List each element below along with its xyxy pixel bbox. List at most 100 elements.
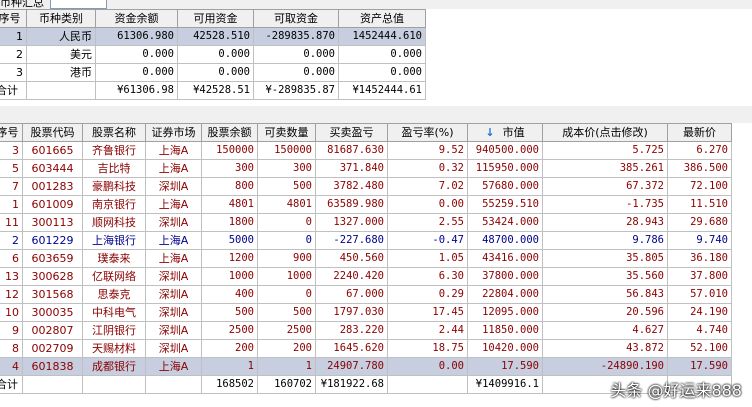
position-col-header[interactable]: 股票名称 [82, 123, 146, 142]
position-cell-idx: 11 [0, 213, 23, 232]
position-cell-cost[interactable]: 385.261 [542, 159, 668, 178]
position-col-header[interactable]: ↓ 市值 [467, 123, 543, 142]
position-col-header-label: 买卖盈亏 [329, 126, 374, 139]
position-cell-cost[interactable]: 56.843 [542, 285, 668, 304]
position-cell-mv: 53424.000 [467, 213, 543, 232]
position-cell-market: 深圳A [145, 321, 202, 340]
position-cell-mv: 43416.000 [467, 249, 543, 268]
position-col-header[interactable]: 买卖盈亏 [315, 123, 388, 142]
position-row[interactable]: 10 300035 中科电气 深圳A 500 500 1797.030 17.45 12095.… [0, 303, 732, 322]
position-cell-rate: -0.47 [387, 231, 468, 250]
position-col-header[interactable]: 序号 [0, 123, 23, 142]
position-cell-rate: 0.00 [387, 195, 468, 214]
position-cell-market: 深圳A [145, 285, 202, 304]
position-cell-sellable: 500 [257, 303, 316, 322]
position-cell-price: 72.100 [667, 177, 732, 196]
position-cell-cost[interactable]: 9.786 [542, 231, 668, 250]
position-cell-rate: 1.05 [387, 249, 468, 268]
position-row[interactable]: 13 300628 亿联网络 深圳A 1000 1000 2240.420 6.30 37800… [0, 267, 732, 286]
position-cell-cost[interactable]: -1.735 [542, 195, 668, 214]
position-row[interactable]: 12 301568 思泰克 深圳A 400 0 67.000 0.29 22804.000 56.… [0, 285, 732, 304]
position-col-header[interactable]: 证券市场 [145, 123, 202, 142]
position-cell-idx: 3 [0, 141, 23, 160]
position-row[interactable]: 3 601665 齐鲁银行 上海A 150000 150000 81687.630 9.52 9… [0, 141, 732, 160]
position-cell-market: 上海A [145, 195, 202, 214]
position-cell-rate: 6.30 [387, 267, 468, 286]
position-cell-price: 9.740 [667, 231, 732, 250]
position-table: 序号股票代码 股票名称 证券市场股票余额可卖数量 买卖盈亏 盈亏率(%) ↓ 市值 成本价(点… [0, 123, 732, 394]
position-col-header[interactable]: 股票代码 [22, 123, 83, 142]
account-col-header[interactable]: 币种类别 [26, 9, 96, 28]
account-col-header[interactable]: 资金余额 [95, 9, 178, 28]
position-col-header[interactable]: 盈亏率(%) [387, 123, 468, 142]
account-col-header[interactable]: 可用资金 [177, 9, 254, 28]
position-cell-rate: 2.44 [387, 321, 468, 340]
position-cell-code: 002807 [22, 321, 83, 340]
position-total-label: 合计 [0, 375, 23, 394]
position-cell-sellable: 0 [257, 231, 316, 250]
position-col-header-label: 股票代码 [30, 126, 75, 139]
account-table: 序号 币种类别 资金余额 可用资金 可取资金 资产总值 1 人民币 61306.980 4252… [0, 9, 426, 100]
account-col-header[interactable]: 序号 [0, 9, 27, 28]
position-row[interactable]: 1 601009 南京银行 上海A 4801 4801 63589.980 0.00 55259… [0, 195, 732, 214]
position-cell-cost[interactable]: -24890.190 [542, 357, 668, 376]
position-row[interactable]: 2 601229 上海银行 上海A 5000 0 -227.680 -0.47 48700.00… [0, 231, 732, 250]
position-cell-cost[interactable]: 43.872 [542, 339, 668, 358]
position-cell-name: 思泰克 [82, 285, 146, 304]
position-cell-sellable: 300 [257, 159, 316, 178]
position-cell-name: 顺网科技 [82, 213, 146, 232]
position-cell-sellable: 0 [257, 213, 316, 232]
position-cell-market: 上海A [145, 357, 202, 376]
account-cell-total_assets: 0.000 [338, 63, 426, 82]
position-cell-name: 亿联网络 [82, 267, 146, 286]
position-cell-cost[interactable]: 4.627 [542, 321, 668, 340]
position-cell-cost[interactable]: 67.372 [542, 177, 668, 196]
position-col-header[interactable]: 成本价(点击修改) [542, 123, 668, 142]
account-col-header[interactable]: 资产总值 [338, 9, 426, 28]
account-row[interactable]: 2 美元 0.000 0.000 0.000 0.000 [0, 45, 426, 64]
account-row[interactable]: 1 人民币 61306.980 42528.510 -289835.870 1452444… [0, 27, 426, 46]
position-cell-price: 37.800 [667, 267, 732, 286]
account-cell-currency: 港币 [26, 63, 96, 82]
position-cell-pnl: 63589.980 [315, 195, 388, 214]
position-cell-cost[interactable]: 28.943 [542, 213, 668, 232]
position-cell-qty: 400 [201, 285, 258, 304]
position-cell-mv: 57680.000 [467, 177, 543, 196]
position-cell-price: 4.740 [667, 321, 732, 340]
account-col-header[interactable]: 可取资金 [253, 9, 339, 28]
position-row[interactable]: 9 002807 江阴银行 深圳A 2500 2500 283.220 2.44 11850.0… [0, 321, 732, 340]
position-row[interactable]: 6 603659 璞泰来 上海A 1200 900 450.560 1.05 43416.000… [0, 249, 732, 268]
position-col-header[interactable]: 股票余额 [201, 123, 258, 142]
position-cell-price: 386.500 [667, 159, 732, 178]
position-cell-market: 深圳A [145, 339, 202, 358]
sort-arrow-icon[interactable]: ↓ [485, 126, 494, 139]
position-cell-qty: 5000 [201, 231, 258, 250]
position-cell-cost[interactable]: 35.805 [542, 249, 668, 268]
position-row[interactable]: 5 603444 吉比特 上海A 300 300 371.840 0.32 115950.000… [0, 159, 732, 178]
position-row[interactable]: 8 002709 天赐材料 深圳A 200 200 1645.620 18.75 10420.0… [0, 339, 732, 358]
account-row[interactable]: 3 港币 0.000 0.000 0.000 0.000 [0, 63, 426, 82]
currency-summary-select[interactable] [50, 0, 107, 9]
account-cell-idx: 2 [0, 45, 27, 64]
position-col-header[interactable]: 可卖数量 [257, 123, 316, 142]
position-cell-code: 601229 [22, 231, 83, 250]
position-total-empty [387, 375, 468, 394]
position-cell-mv: 10420.000 [467, 339, 543, 358]
position-cell-cost[interactable]: 20.596 [542, 303, 668, 322]
position-col-header[interactable]: 最新价 [667, 123, 732, 142]
position-cell-idx: 12 [0, 285, 23, 304]
position-cell-pnl: 1327.000 [315, 213, 388, 232]
position-cell-cost[interactable]: 35.560 [542, 267, 668, 286]
position-row[interactable]: 7 001283 豪鹏科技 深圳A 800 500 3782.480 7.02 57680.00… [0, 177, 732, 196]
position-cell-pnl: 1797.030 [315, 303, 388, 322]
position-cell-market: 深圳A [145, 213, 202, 232]
position-cell-code: 300628 [22, 267, 83, 286]
position-row[interactable]: 11 300113 顺网科技 深圳A 1800 0 1327.000 2.55 53424.00… [0, 213, 732, 232]
position-cell-sellable: 1 [257, 357, 316, 376]
account-total-withdrawable: ¥-289835.87 [253, 81, 339, 100]
position-cell-market: 深圳A [145, 177, 202, 196]
position-cell-cost[interactable]: 5.725 [542, 141, 668, 160]
account-cell-currency: 人民币 [26, 27, 96, 46]
position-row[interactable]: 4 601838 成都银行 上海A 1 1 24907.780 0.00 17.590 -2489… [0, 357, 732, 376]
position-cell-code: 300113 [22, 213, 83, 232]
